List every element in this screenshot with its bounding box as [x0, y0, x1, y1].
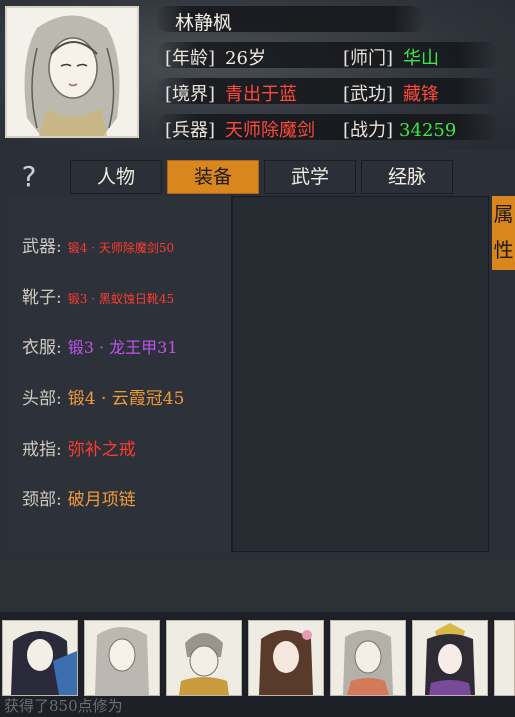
slot-item: 锻4 · 天师除魔剑50: [67, 241, 175, 255]
party-member-portrait[interactable]: [412, 620, 488, 696]
tab-attributes[interactable]: 属性: [492, 196, 515, 270]
equip-slot-neck[interactable]: 颈部: 破月项链: [22, 485, 136, 510]
portrait-figure-icon: [259, 630, 313, 695]
party-member-portrait[interactable]: [84, 620, 160, 696]
slot-item: 锻4 · 云霞冠45: [67, 389, 185, 409]
realm-row: [境界] 青出于蓝: [165, 80, 297, 106]
help-icon[interactable]: ?: [14, 160, 44, 194]
tab-equipment[interactable]: 装备: [167, 160, 259, 194]
weapon-label: [兵器]: [165, 120, 216, 141]
portrait-figure-icon: [24, 15, 120, 136]
sect-label: [师门]: [343, 48, 394, 69]
sect-row: [师门] 华山: [343, 44, 439, 70]
sect-value: 华山: [403, 48, 440, 69]
skill-label: [武功]: [343, 84, 394, 105]
equip-slot-weapon[interactable]: 武器: 锻4 · 天师除魔剑50: [22, 232, 174, 257]
realm-value: 青出于蓝: [225, 84, 298, 105]
slot-label: 靴子:: [22, 288, 62, 308]
slot-item: 锻3 · 黑蚁蚀日靴45: [67, 292, 175, 306]
character-name: 林静枫: [175, 12, 233, 34]
power-label: [战力]: [343, 120, 394, 141]
party-member-portrait[interactable]: [166, 620, 242, 696]
slot-item: 破月项链: [67, 490, 136, 510]
toast-message: 获得了850点修为: [4, 697, 123, 715]
portrait-figure-icon: [95, 627, 149, 695]
tab-martial-arts[interactable]: 武学: [264, 160, 356, 194]
portrait-figure-icon: [425, 623, 475, 695]
tab-character[interactable]: 人物: [70, 160, 162, 194]
portrait-figure-icon: [11, 631, 77, 695]
slot-label: 戒指:: [22, 440, 62, 460]
party-member-portrait[interactable]: [330, 620, 406, 696]
age-value: 26岁: [225, 48, 266, 69]
portrait-figure-icon: [179, 633, 229, 695]
slot-label: 武器:: [22, 237, 62, 257]
skill-value: 藏锋: [403, 84, 440, 105]
equip-slot-clothes[interactable]: 衣服: 锻3 · 龙王甲31: [22, 333, 178, 358]
weapon-row: [兵器] 天师除魔剑: [165, 116, 315, 142]
equip-slot-ring[interactable]: 戒指: 弥补之戒: [22, 435, 136, 460]
age-label: [年龄]: [165, 48, 216, 69]
party-member-portrait[interactable]: [2, 620, 78, 696]
party-member-portrait[interactable]: [248, 620, 324, 696]
character-portrait[interactable]: [5, 6, 139, 138]
party-member-portrait[interactable]: [494, 620, 515, 696]
slot-item: 锻3 · 龙王甲31: [67, 338, 178, 357]
portrait-figure-icon: [343, 630, 393, 695]
equip-slot-boots[interactable]: 靴子: 锻3 · 黑蚁蚀日靴45: [22, 283, 174, 308]
tab-meridians[interactable]: 经脉: [361, 160, 453, 194]
realm-label: [境界]: [165, 84, 216, 105]
power-value: 34259: [399, 120, 457, 141]
slot-item: 弥补之戒: [67, 440, 136, 460]
slot-label: 头部:: [22, 389, 62, 409]
skill-row: [武功] 藏锋: [343, 80, 439, 106]
slot-label: 衣服:: [22, 338, 62, 358]
age-row: [年龄] 26岁: [165, 44, 266, 70]
power-row: [战力] 34259: [343, 116, 456, 142]
bottom-band: [0, 560, 515, 612]
equip-slot-head[interactable]: 头部: 锻4 · 云霞冠45: [22, 384, 184, 409]
slot-label: 颈部:: [22, 490, 62, 510]
weapon-value: 天师除魔剑: [225, 120, 316, 141]
